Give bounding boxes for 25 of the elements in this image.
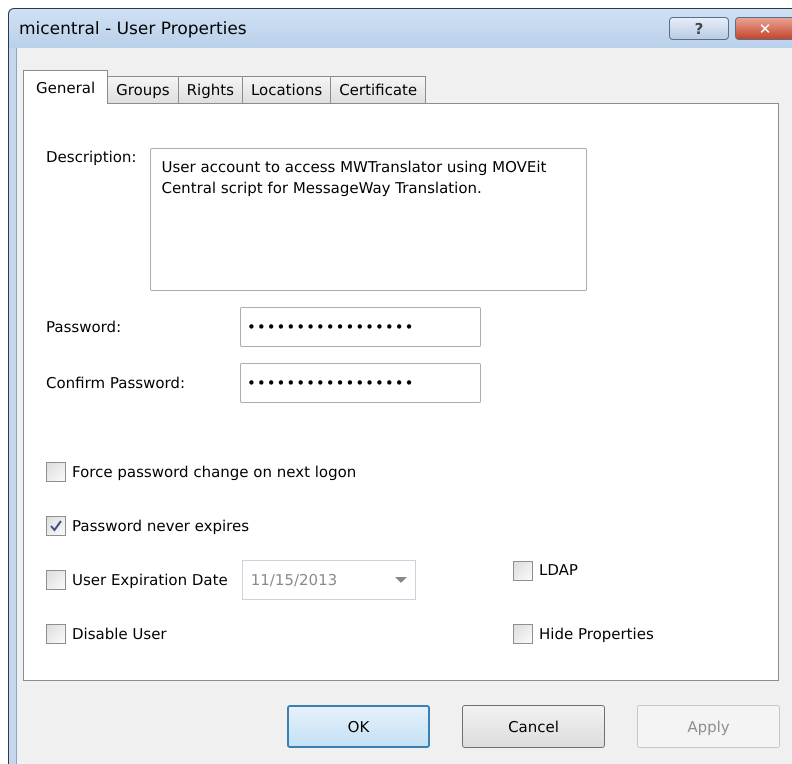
window-title: micentral - User Properties [19,18,248,38]
field-label: Description: [46,148,136,166]
checkbox-label[interactable]: LDAP [539,561,578,579]
tab[interactable]: Locations [242,76,332,103]
checkbox-label[interactable]: Disable User [72,625,167,643]
tab[interactable]: Rights [178,76,243,103]
checkbox[interactable] [46,462,66,482]
field-label: Password: [46,318,122,336]
checkbox[interactable] [513,624,533,644]
field-label: Confirm Password: [46,374,186,392]
dialog-button[interactable]: OK [287,705,430,748]
checkbox[interactable] [46,624,66,644]
tab[interactable]: Groups [107,76,179,103]
dialog-button[interactable]: Cancel [462,705,605,748]
checkbox-label[interactable]: Password never expires [72,517,250,535]
tab[interactable]: Certificate [330,76,426,103]
checkbox-label[interactable]: Hide Properties [539,625,654,643]
help-button[interactable]: ? [669,17,729,40]
description-field[interactable]: User account to access MWTranslator using MOVEit Central script for MessageWay Translation. [150,148,588,291]
checkbox[interactable] [46,516,66,536]
checkbox-label[interactable]: Force password change on next logon [72,463,356,481]
checkbox[interactable] [513,561,533,581]
tab[interactable]: General [23,70,108,104]
password-field[interactable]: ••••••••••••••••• [240,307,481,347]
password-field[interactable]: ••••••••••••••••• [240,363,481,403]
